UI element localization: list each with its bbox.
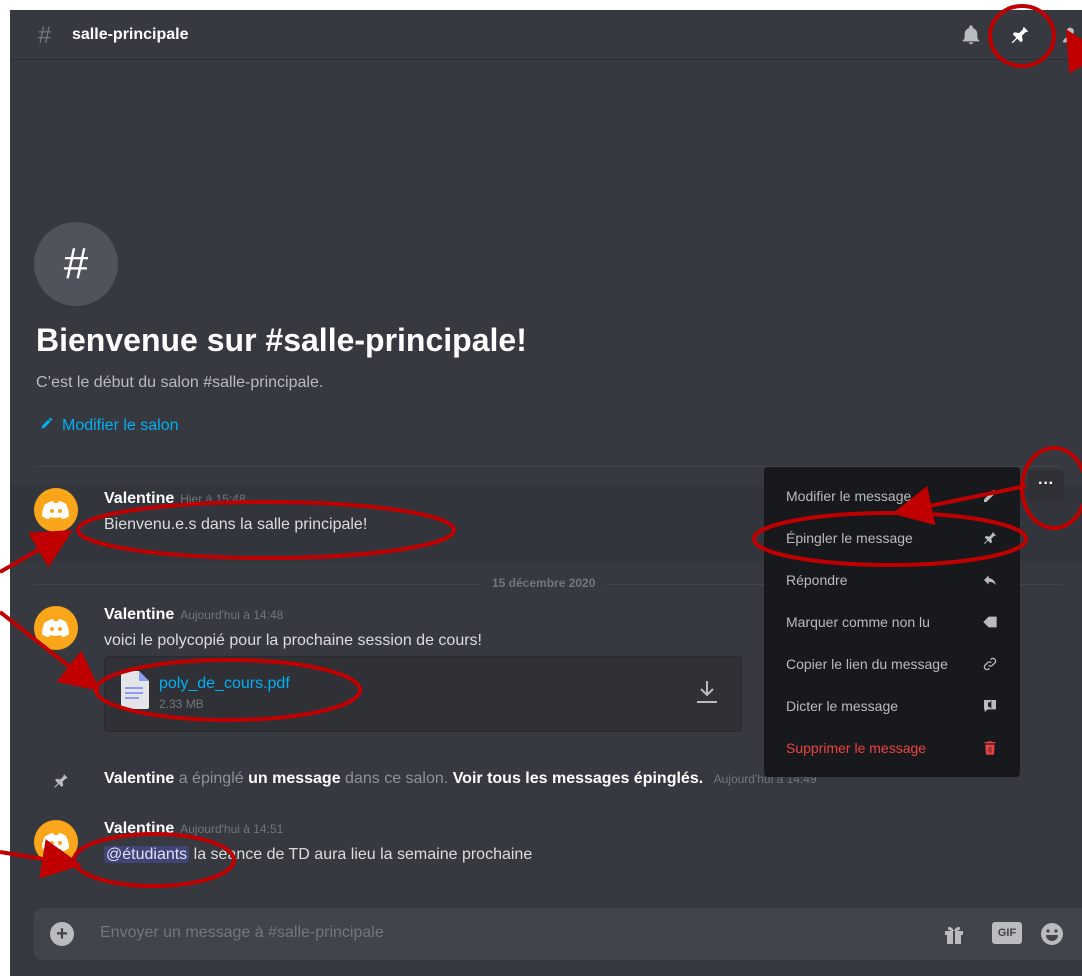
message-timestamp: Aujourd'hui à 14:51	[180, 822, 284, 836]
pencil-icon	[984, 489, 996, 502]
message-timestamp: Hier à 15:48	[180, 492, 246, 506]
message-author[interactable]: Valentine Hier à 15:48	[104, 490, 246, 508]
file-attachment: poly_de_cours.pdf 2.33 MB	[104, 656, 742, 732]
message-text: Bienvenu.e.s dans la salle principale!	[104, 516, 368, 533]
menu-item-copy-link[interactable]: Copier le lien du message	[772, 643, 1012, 685]
attachment-filename[interactable]: poly_de_cours.pdf	[159, 675, 290, 693]
add-attachment-button[interactable]: +	[50, 922, 74, 946]
link-icon	[983, 657, 997, 671]
avatar[interactable]	[34, 820, 78, 864]
more-options-button[interactable]: ···	[1028, 470, 1064, 502]
message-composer[interactable]: + Envoyer un message à #salle-principale…	[34, 908, 1082, 960]
message-context-menu: Modifier le message Épingler le message …	[764, 467, 1020, 777]
members-icon[interactable]	[1062, 24, 1082, 46]
pin-icon	[54, 774, 68, 788]
channel-welcome-icon: #	[34, 222, 118, 306]
edit-channel-link[interactable]: Modifier le salon	[40, 416, 179, 435]
message-author[interactable]: Valentine Aujourd'hui à 14:51	[104, 820, 283, 838]
menu-item-pin[interactable]: Épingler le message	[772, 517, 1012, 559]
reply-icon	[984, 575, 996, 586]
role-mention[interactable]: @étudiants	[104, 846, 190, 863]
pin-icon[interactable]	[1009, 24, 1031, 46]
menu-item-speak[interactable]: Dicter le message	[772, 685, 1012, 727]
menu-item-reply[interactable]: Répondre	[772, 559, 1012, 601]
trash-icon	[984, 741, 996, 755]
attachment-size: 2.33 MB	[159, 697, 204, 711]
file-document-icon	[121, 671, 149, 709]
view-pinned-link[interactable]: Voir tous les messages épinglés.	[453, 770, 703, 787]
pinned-message-link[interactable]: un message	[248, 770, 340, 787]
discord-logo-icon	[42, 619, 69, 637]
message-text: @étudiants la séance de TD aura lieu la …	[104, 846, 533, 863]
channel-hash-icon: #	[38, 22, 52, 49]
welcome-subtitle: C’est le début du salon #salle-principal…	[36, 374, 324, 391]
discord-logo-icon	[42, 501, 69, 519]
channel-name: salle-principale	[72, 26, 189, 43]
discord-window: # salle-principale # Bienvenue sur #sall…	[10, 10, 1082, 976]
gift-icon[interactable]	[942, 922, 966, 946]
menu-item-mark-unread[interactable]: Marquer comme non lu	[772, 601, 1012, 643]
avatar[interactable]	[34, 606, 78, 650]
system-pin-message: Valentine a épinglé un message dans ce s…	[104, 770, 817, 787]
emoji-icon[interactable]	[1040, 922, 1064, 946]
message-text: voici le polycopié pour la prochaine ses…	[104, 632, 482, 649]
discord-logo-icon	[42, 833, 69, 851]
welcome-title: Bienvenue sur #salle-principale!	[36, 322, 527, 358]
menu-item-delete[interactable]: Supprimer le message	[772, 727, 1012, 769]
mark-unread-icon	[983, 616, 997, 628]
bell-icon[interactable]	[960, 24, 982, 46]
pencil-icon	[40, 416, 54, 435]
pin-icon	[984, 532, 996, 544]
message-input[interactable]: Envoyer un message à #salle-principale	[100, 924, 384, 942]
download-icon[interactable]	[695, 679, 719, 705]
date-divider-label: 15 décembre 2020	[480, 576, 608, 590]
message-author[interactable]: Valentine Aujourd'hui à 14:48	[104, 606, 283, 624]
edit-channel-label: Modifier le salon	[62, 417, 179, 434]
message-timestamp: Aujourd'hui à 14:48	[180, 608, 284, 622]
avatar[interactable]	[34, 488, 78, 532]
gif-button[interactable]: GIF	[992, 922, 1022, 944]
menu-item-edit[interactable]: Modifier le message	[772, 475, 1012, 517]
speak-icon	[984, 700, 996, 712]
system-author[interactable]: Valentine	[104, 770, 174, 787]
channel-header: # salle-principale	[10, 10, 1082, 60]
